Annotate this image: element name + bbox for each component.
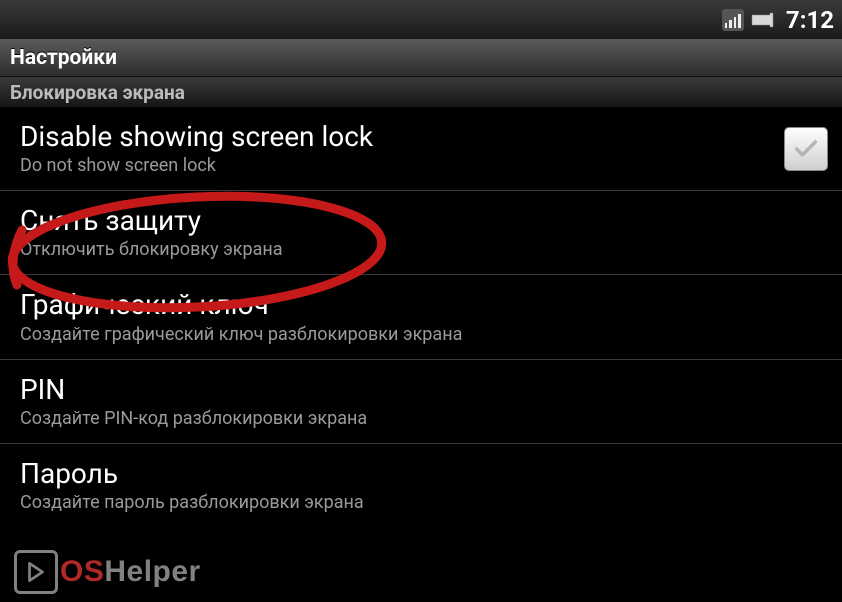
item-title: Графический ключ (20, 289, 828, 321)
signal-icon (722, 9, 744, 31)
item-title: PIN (20, 374, 828, 406)
item-subtitle: Do not show screen lock (20, 155, 784, 176)
item-pin[interactable]: PIN Создайте PIN-код разблокировки экран… (0, 360, 842, 444)
status-bar: 7:12 (0, 0, 842, 39)
title-text: Настройки (10, 46, 117, 70)
item-pattern[interactable]: Графический ключ Создайте графический кл… (0, 275, 842, 359)
title-bar: Настройки (0, 39, 842, 77)
check-icon (792, 135, 820, 163)
section-header: Блокировка экрана (0, 77, 842, 107)
section-header-text: Блокировка экрана (10, 81, 185, 104)
watermark: OSHelper (14, 550, 201, 594)
watermark-logo-icon (14, 550, 58, 594)
item-title: Disable showing screen lock (20, 121, 784, 153)
item-subtitle: Создайте PIN-код разблокировки экрана (20, 408, 828, 429)
item-password[interactable]: Пароль Создайте пароль разблокировки экр… (0, 444, 842, 527)
item-subtitle: Создайте пароль разблокировки экрана (20, 492, 828, 513)
item-disable-showing-screen-lock[interactable]: Disable showing screen lock Do not show … (0, 107, 842, 191)
status-clock: 7:12 (786, 6, 834, 34)
battery-icon (750, 9, 776, 31)
item-title: Пароль (20, 458, 828, 490)
item-subtitle: Создайте графический ключ разблокировки … (20, 324, 828, 345)
item-subtitle: Отключить блокировку экрана (20, 239, 828, 260)
item-remove-protection[interactable]: Снять защиту Отключить блокировку экрана (0, 191, 842, 275)
watermark-text: OSHelper (60, 555, 201, 589)
item-title: Снять защиту (20, 205, 828, 237)
checkbox[interactable] (784, 127, 828, 171)
settings-list: Disable showing screen lock Do not show … (0, 107, 842, 527)
